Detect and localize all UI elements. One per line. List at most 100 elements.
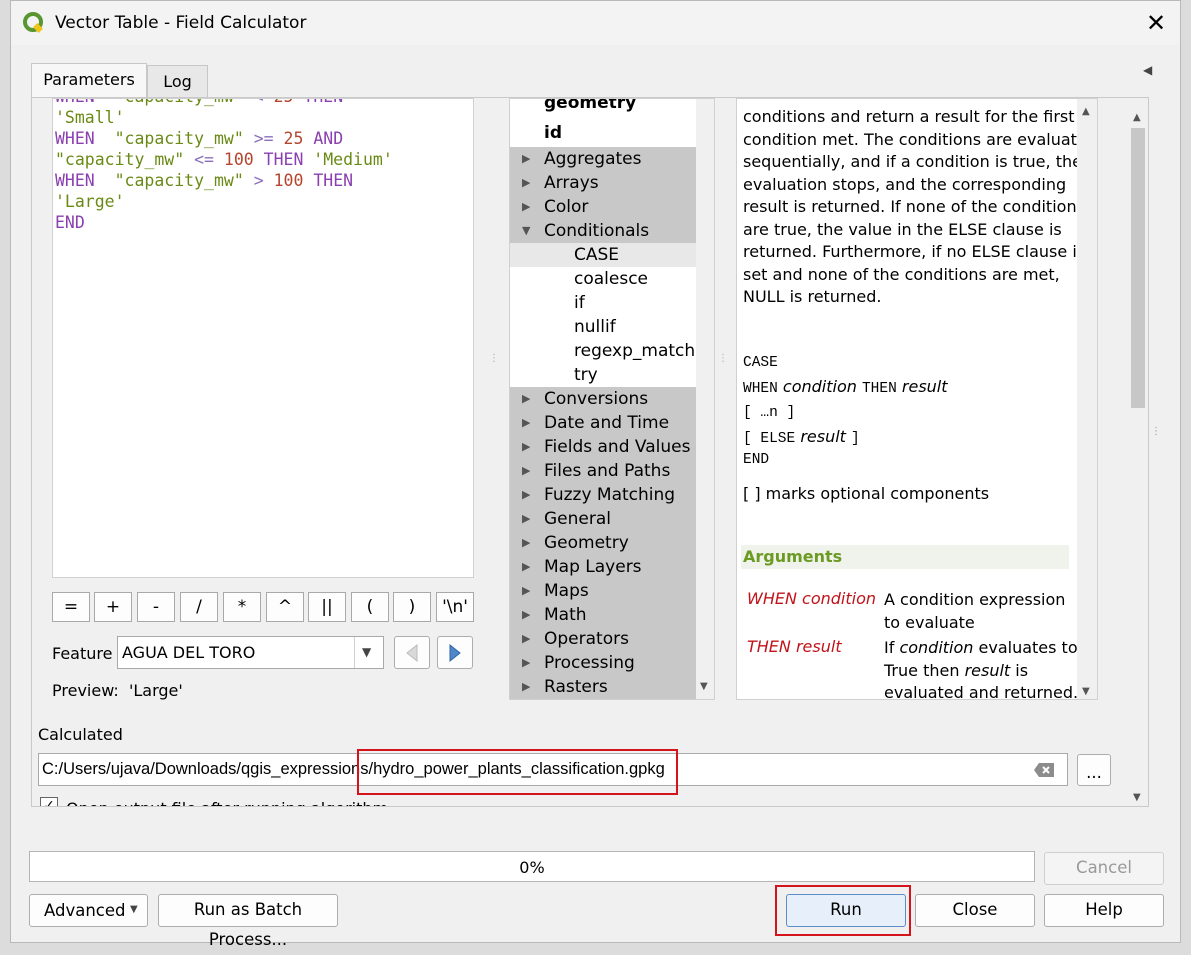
tree-item-geometry[interactable]: geometry xyxy=(544,99,636,113)
browse-button[interactable]: ... xyxy=(1077,754,1111,786)
operator-button[interactable]: = xyxy=(52,592,90,622)
previous-feature-button[interactable] xyxy=(394,636,430,669)
expand-right-icon[interactable]: ▶ xyxy=(522,147,530,171)
close-window-icon[interactable]: ✕ xyxy=(1141,9,1171,37)
tree-item-label: Color xyxy=(544,197,589,217)
scroll-down-icon[interactable]: ▼ xyxy=(700,681,708,692)
parameters-panel: WHEN "capacity_mw" < 25 THEN 'Small' WHEN… xyxy=(31,97,1149,807)
scroll-up-icon[interactable]: ▲ xyxy=(1082,101,1090,124)
tree-item-arrays[interactable]: ▶ Arrays xyxy=(510,171,714,195)
collapse-panel-icon[interactable]: ◀ xyxy=(1143,63,1152,77)
tree-item-fuzzy-matching[interactable]: ▶ Fuzzy Matching xyxy=(510,483,714,507)
scroll-up-icon[interactable]: ▲ xyxy=(1133,112,1141,123)
expression-editor[interactable]: WHEN "capacity_mw" < 25 THEN 'Small' WHEN… xyxy=(52,98,474,578)
operator-button[interactable]: / xyxy=(180,592,218,622)
tree-item-processing[interactable]: ▶ Processing xyxy=(510,651,714,675)
help-text-line: sequentially, and if a condition is true… xyxy=(743,152,1082,171)
tree-item-geometry[interactable]: ▶ Geometry xyxy=(510,531,714,555)
help-panel: conditions and return a result for the f… xyxy=(736,98,1098,700)
tree-item-conditionals[interactable]: ▼ Conditionals xyxy=(510,219,714,243)
operator-button[interactable]: - xyxy=(137,592,175,622)
tree-item-label: Date and Time xyxy=(544,413,670,433)
function-tree[interactable]: geometry id ▶ Aggregates ▶ Arrays ▶ Color ▼ Con… xyxy=(509,98,715,700)
tree-item-fields-and-values[interactable]: ▶ Fields and Values xyxy=(510,435,714,459)
argument-then-desc: If condition evaluates to True then resu… xyxy=(884,638,1079,700)
expand-right-icon[interactable]: ▶ xyxy=(522,531,530,555)
tree-item-coalesce[interactable]: coalesce xyxy=(510,267,714,291)
tree-item-label: Map Layers xyxy=(544,557,642,577)
help-text-line: conditions and return a result for the f… xyxy=(743,107,1075,126)
panel-scrollbar[interactable]: ▲ ▼ xyxy=(1128,98,1148,806)
tree-item-files-and-paths[interactable]: ▶ Files and Paths xyxy=(510,459,714,483)
feature-combobox[interactable]: AGUA DEL TORO ▼ xyxy=(117,636,384,669)
expand-right-icon[interactable]: ▶ xyxy=(522,579,530,603)
tree-item-date-and-time[interactable]: ▶ Date and Time xyxy=(510,411,714,435)
tree-item-maps[interactable]: ▶ Maps xyxy=(510,579,714,603)
tree-item-label: coalesce xyxy=(574,269,649,289)
tree-item-regexp-match[interactable]: regexp_match xyxy=(510,339,714,363)
expand-right-icon[interactable]: ▶ xyxy=(522,195,530,219)
scroll-down-icon[interactable]: ▼ xyxy=(1082,681,1090,699)
tree-item-aggregates[interactable]: ▶ Aggregates xyxy=(510,147,714,171)
tree-item-math[interactable]: ▶ Math xyxy=(510,603,714,627)
operator-button[interactable]: || xyxy=(308,592,346,622)
expand-right-icon[interactable]: ▶ xyxy=(522,627,530,651)
tree-item-operators[interactable]: ▶ Operators xyxy=(510,627,714,651)
tree-item-general[interactable]: ▶ General xyxy=(510,507,714,531)
expand-right-icon[interactable]: ▶ xyxy=(522,171,530,195)
clear-text-icon[interactable] xyxy=(1033,762,1055,778)
tree-item-nullif[interactable]: nullif xyxy=(510,315,714,339)
tree-item-rasters[interactable]: ▶ Rasters xyxy=(510,675,714,699)
tree-item-id[interactable]: id xyxy=(544,123,562,143)
expand-right-icon[interactable]: ▶ xyxy=(522,459,530,483)
tree-item-case[interactable]: CASE xyxy=(510,243,714,267)
operator-button[interactable]: ^ xyxy=(266,592,304,622)
help-scrollbar[interactable]: ▲ ▼ xyxy=(1077,99,1097,699)
tree-item-if[interactable]: if xyxy=(510,291,714,315)
splitter-handle-left[interactable]: ⋮ xyxy=(489,354,499,364)
operator-button[interactable]: ) xyxy=(393,592,431,622)
open-output-checkbox[interactable]: ✓ xyxy=(40,797,58,806)
advanced-button[interactable]: Advanced ▼ xyxy=(29,894,148,927)
expand-right-icon[interactable]: ▶ xyxy=(522,483,530,507)
tree-item-map-layers[interactable]: ▶ Map Layers xyxy=(510,555,714,579)
tree-item-conversions[interactable]: ▶ Conversions xyxy=(510,387,714,411)
help-button[interactable]: Help xyxy=(1044,894,1164,927)
tree-item-color[interactable]: ▶ Color xyxy=(510,195,714,219)
expand-right-icon[interactable]: ▶ xyxy=(522,651,530,675)
expand-right-icon[interactable]: ▶ xyxy=(522,555,530,579)
operator-button[interactable]: * xyxy=(223,592,261,622)
expand-right-icon[interactable]: ▶ xyxy=(522,435,530,459)
tree-scrollbar[interactable]: ▼ xyxy=(696,99,714,699)
chevron-down-icon[interactable]: ▼ xyxy=(362,645,371,659)
next-feature-button[interactable] xyxy=(437,636,473,669)
tree-item-label: if xyxy=(574,293,585,313)
close-button[interactable]: Close xyxy=(915,894,1035,927)
expand-down-icon[interactable]: ▼ xyxy=(522,219,530,243)
help-description: conditions and return a result for the f… xyxy=(743,106,1097,309)
argument-when-name: WHEN condition xyxy=(747,589,876,608)
expand-right-icon[interactable]: ▶ xyxy=(522,387,530,411)
expand-right-icon[interactable]: ▶ xyxy=(522,603,530,627)
cancel-button[interactable]: Cancel xyxy=(1044,852,1164,885)
expand-right-icon[interactable]: ▶ xyxy=(522,411,530,435)
window-title: Vector Table - Field Calculator xyxy=(55,13,307,33)
tree-item-label: Maps xyxy=(544,581,589,601)
feature-value: AGUA DEL TORO xyxy=(122,643,256,662)
scrollbar-thumb[interactable] xyxy=(1131,128,1145,408)
expand-right-icon[interactable]: ▶ xyxy=(522,507,530,531)
operator-button[interactable]: + xyxy=(94,592,132,622)
scroll-down-icon[interactable]: ▼ xyxy=(1133,792,1141,803)
progress-text: 0% xyxy=(519,858,545,877)
batch-process-button[interactable]: Run as Batch Process... xyxy=(158,894,338,949)
tab-parameters[interactable]: Parameters xyxy=(31,63,147,97)
expand-right-icon[interactable]: ▶ xyxy=(522,675,530,699)
operator-button[interactable]: '\n' xyxy=(436,592,474,622)
tree-item-try[interactable]: try xyxy=(510,363,714,387)
tab-log[interactable]: Log xyxy=(147,65,208,97)
tree-item-label: Operators xyxy=(544,629,629,649)
splitter-handle-right[interactable]: ⋮ xyxy=(718,354,728,364)
splitter-handle[interactable]: ⋮ xyxy=(1151,427,1161,437)
tree-item-label: try xyxy=(574,365,598,385)
operator-button[interactable]: ( xyxy=(351,592,389,622)
